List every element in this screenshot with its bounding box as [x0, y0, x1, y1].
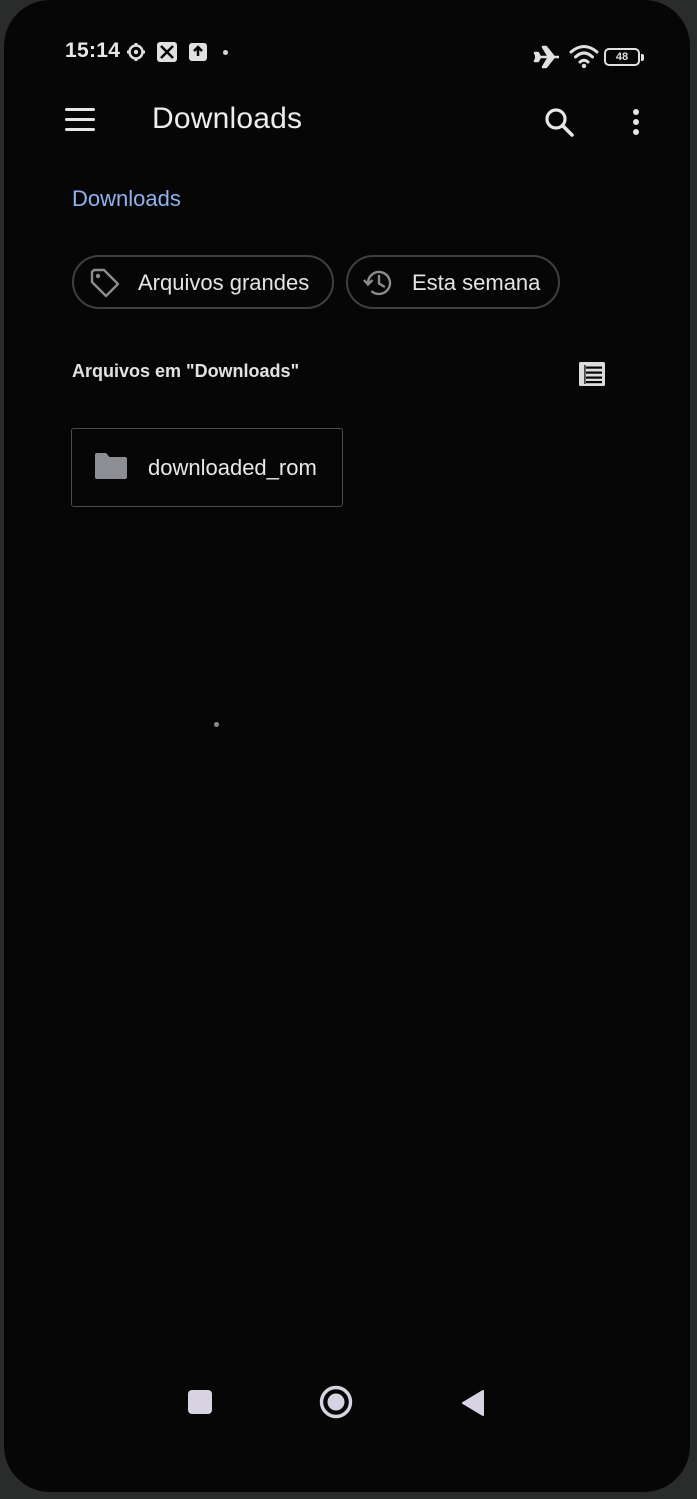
chip-this-week-label: Esta semana: [412, 270, 541, 295]
settings-gear-icon: [127, 43, 145, 61]
menu-icon-bar: [65, 128, 95, 131]
upload-notification-icon: [189, 43, 207, 61]
history-icon: [363, 270, 392, 296]
folder-name: downloaded_rom: [148, 455, 317, 480]
search-icon: [545, 108, 574, 137]
app-notification-icon: [157, 42, 177, 62]
back-triangle-icon[interactable]: [459, 1388, 487, 1418]
folder-icon: [95, 453, 127, 479]
menu-icon: [65, 108, 95, 111]
notification-dot: [223, 50, 228, 55]
more-options-button[interactable]: [624, 104, 648, 140]
files-section-label: Arquivos em "Downloads": [72, 361, 300, 381]
menu-icon-bar: [65, 118, 95, 121]
chip-this-week[interactable]: Esta semana: [346, 255, 560, 309]
menu-button[interactable]: [62, 106, 98, 134]
wifi-icon: [569, 45, 599, 69]
breadcrumb-downloads[interactable]: Downloads: [72, 186, 181, 212]
status-time: 15:14: [65, 39, 121, 62]
battery-icon: 48: [604, 48, 640, 66]
chip-large-files-label: Arquivos grandes: [138, 270, 310, 295]
view-toggle-button[interactable]: [576, 359, 608, 389]
status-bar: 15:14 48: [4, 0, 690, 100]
battery-level: 48: [615, 51, 629, 63]
folder-item-downloaded-rom[interactable]: downloaded_rom: [71, 428, 343, 507]
airplane-mode-icon: [533, 45, 559, 69]
page-title: Downloads: [152, 102, 303, 135]
recents-square-icon[interactable]: [188, 1390, 212, 1414]
list-view-icon: [579, 362, 605, 386]
search-button[interactable]: [541, 104, 577, 140]
chip-large-files[interactable]: Arquivos grandes: [72, 255, 334, 309]
tag-icon: [90, 268, 120, 298]
home-circle-icon[interactable]: [318, 1384, 354, 1420]
battery-tip: [641, 54, 644, 61]
app-bar: Downloads: [4, 90, 690, 160]
screen-speck: [214, 722, 219, 727]
more-vert-icon: [633, 109, 639, 135]
system-nav-bar: [4, 1370, 690, 1440]
phone-screen: 15:14 48 Downloads Downloads Arquivos gr…: [4, 0, 690, 1492]
